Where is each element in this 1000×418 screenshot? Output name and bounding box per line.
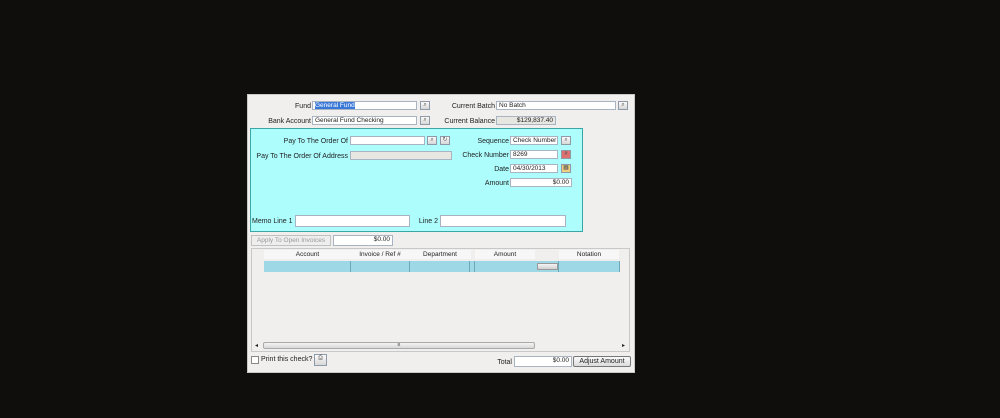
sequence-label: Sequence: [477, 138, 509, 145]
grid-cell-notation[interactable]: [559, 261, 620, 272]
bank-account-label: Bank Account: [268, 118, 311, 125]
current-balance-value: $129,837.40: [496, 116, 556, 125]
line2-input[interactable]: [440, 215, 566, 227]
amount-input[interactable]: $0.00: [510, 178, 572, 187]
apply-amount-value: $0.00: [333, 235, 393, 246]
date-input[interactable]: 04/30/2013: [510, 164, 558, 173]
current-batch-input[interactable]: No Batch: [496, 101, 616, 110]
fund-input[interactable]: General Fund: [312, 101, 417, 110]
printer-icon[interactable]: ⎙: [314, 354, 327, 366]
pay-to-label: Pay To The Order Of: [283, 138, 348, 145]
amount-ellipsis-button[interactable]: [537, 263, 558, 270]
current-balance-label: Current Balance: [444, 118, 495, 125]
calendar-icon[interactable]: ▦: [561, 164, 571, 173]
scroll-right-icon[interactable]: ▸: [622, 342, 626, 349]
fund-search-icon[interactable]: ⌕: [420, 101, 430, 110]
batch-search-icon[interactable]: ⌕: [618, 101, 628, 110]
sequence-search-icon[interactable]: ⌕: [561, 136, 571, 145]
adjust-amount-button[interactable]: Adjust Amount: [573, 356, 631, 367]
pay-to-address-label: Pay To The Order Of Address: [256, 153, 348, 160]
grid-cell-account[interactable]: [264, 261, 351, 272]
column-header-account[interactable]: Account: [264, 250, 351, 259]
pay-to-address-input[interactable]: [350, 151, 452, 160]
check-number-input[interactable]: 8269: [510, 150, 558, 159]
date-label: Date: [494, 166, 509, 173]
horizontal-scrollbar-thumb[interactable]: ≡: [263, 342, 535, 349]
column-header-department[interactable]: Department: [409, 250, 471, 259]
column-header-notation[interactable]: Notation: [559, 250, 619, 259]
total-label: Total: [497, 359, 512, 366]
check-number-icon[interactable]: #: [561, 150, 571, 159]
memo1-label: Memo Line 1: [252, 218, 293, 225]
sequence-input[interactable]: Check Number: [510, 136, 558, 145]
total-value: $0.00: [514, 356, 572, 367]
grid-cell-invoice[interactable]: [351, 261, 410, 272]
current-batch-label: Current Batch: [451, 103, 495, 110]
apply-open-invoices-button[interactable]: Apply To Open Invoices: [251, 235, 331, 246]
pay-to-input[interactable]: [350, 136, 425, 145]
amount-label: Amount: [484, 180, 509, 187]
pay-to-search-icon[interactable]: ⌕: [427, 136, 437, 145]
bank-account-search-icon[interactable]: ⌕: [420, 116, 430, 125]
memo1-input[interactable]: [295, 215, 410, 227]
scroll-left-icon[interactable]: ◂: [255, 342, 259, 349]
fund-label: Fund: [295, 103, 311, 110]
column-header-amount[interactable]: Amount: [475, 250, 535, 259]
line2-label: Line 2: [418, 218, 438, 225]
column-header-invoice[interactable]: Invoice / Ref #: [351, 250, 409, 259]
check-number-label: Check Number: [462, 152, 509, 159]
pay-to-refresh-icon[interactable]: ↻: [440, 136, 450, 145]
bank-account-input[interactable]: General Fund Checking: [312, 116, 417, 125]
grid-cell-department[interactable]: [410, 261, 470, 272]
print-check-label: Print this check?: [261, 356, 313, 363]
print-check-checkbox[interactable]: [251, 356, 259, 364]
